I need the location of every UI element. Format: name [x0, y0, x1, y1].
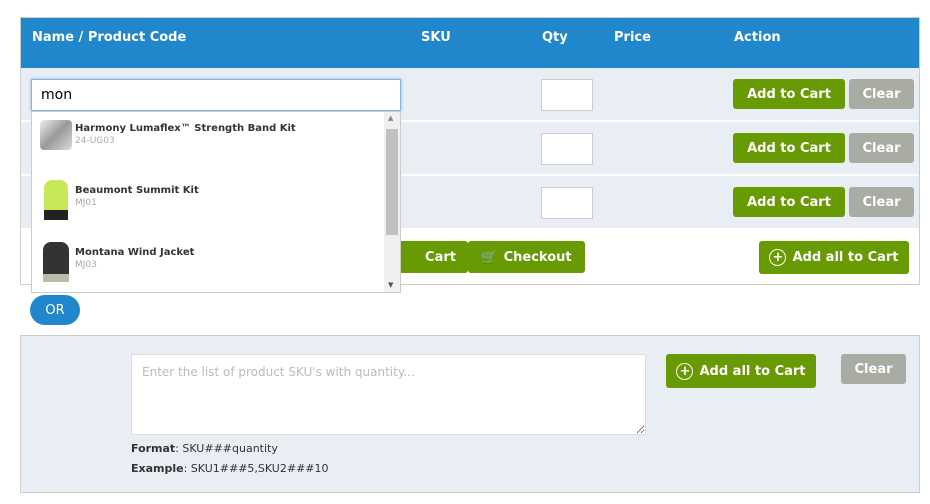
clear-button[interactable]: Clear	[849, 133, 914, 163]
qty-input[interactable]	[541, 133, 593, 165]
bulk-clear-button[interactable]: Clear	[841, 354, 906, 384]
checkout-label: Checkout	[503, 249, 572, 265]
scroll-up-arrow-icon[interactable]: ▲	[388, 114, 393, 122]
example-label: Example	[131, 462, 184, 475]
product-search-input[interactable]	[31, 79, 401, 111]
header-price: Price	[614, 30, 651, 45]
add-to-cart-button[interactable]: Add to Cart	[733, 133, 845, 163]
add-all-label: Add all to Cart	[699, 363, 806, 379]
checkout-button[interactable]: 🛒 Checkout	[468, 241, 585, 273]
scroll-down-arrow-icon[interactable]: ▼	[388, 281, 393, 289]
sku-list-textarea[interactable]	[131, 354, 646, 435]
qty-input[interactable]	[541, 187, 593, 219]
or-badge: OR	[30, 295, 80, 325]
autocomplete-item[interactable]: Montana Wind Jacket MJ03	[32, 236, 382, 298]
scrollbar-thumb[interactable]	[386, 129, 398, 235]
bulk-sku-panel: + Add all to Cart Clear Format: SKU###qu…	[20, 335, 920, 493]
format-label: Format	[131, 442, 176, 455]
clear-button[interactable]: Clear	[849, 79, 914, 109]
cart-check-icon: 🛒	[481, 249, 498, 265]
add-all-to-cart-button[interactable]: + Add all to Cart	[759, 241, 909, 274]
header-action: Action	[734, 30, 781, 45]
scrollbar[interactable]: ▲ ▼	[384, 112, 400, 292]
table-header: Name / Product Code SKU Qty Price Action	[21, 18, 919, 68]
add-to-cart-button[interactable]: Add to Cart	[733, 79, 845, 109]
format-value: : SKU###quantity	[175, 442, 278, 455]
plus-circle-icon: +	[676, 362, 694, 380]
autocomplete-dropdown: Harmony Lumaflex™ Strength Band Kit 24-U…	[31, 111, 401, 293]
clear-button[interactable]: Clear	[849, 187, 914, 217]
autocomplete-item[interactable]: Harmony Lumaflex™ Strength Band Kit 24-U…	[32, 112, 382, 174]
header-name: Name / Product Code	[32, 30, 187, 45]
item-sku: MJ03	[75, 260, 97, 270]
header-qty: Qty	[542, 30, 568, 45]
example-note: Example: SKU1###5,SKU2###10	[131, 462, 329, 475]
plus-circle-icon: +	[769, 249, 787, 266]
qty-input[interactable]	[541, 79, 593, 111]
bulk-add-all-button[interactable]: + Add all to Cart	[666, 354, 816, 388]
autocomplete-item[interactable]: Beaumont Summit Kit MJ01	[32, 174, 382, 236]
item-name: Harmony Lumaflex™ Strength Band Kit	[75, 123, 296, 134]
item-name: Montana Wind Jacket	[75, 247, 195, 258]
product-thumbnail	[44, 180, 68, 220]
item-sku: 24-UG03	[75, 136, 115, 146]
header-sku: SKU	[421, 30, 451, 45]
add-to-cart-button[interactable]: Add to Cart	[733, 187, 845, 217]
item-sku: MJ01	[75, 198, 97, 208]
product-thumbnail	[43, 242, 69, 282]
example-value: : SKU1###5,SKU2###10	[183, 462, 329, 475]
product-thumbnail	[40, 120, 72, 150]
item-name: Beaumont Summit Kit	[75, 185, 199, 196]
format-note: Format: SKU###quantity	[131, 442, 278, 455]
add-all-label: Add all to Cart	[792, 250, 899, 265]
